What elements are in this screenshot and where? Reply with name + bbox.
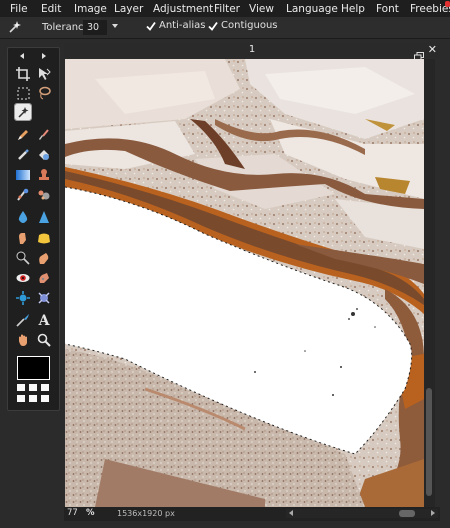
menu-file[interactable]: File	[10, 3, 28, 15]
drawing-icon[interactable]	[15, 187, 31, 203]
smudge-icon[interactable]	[15, 230, 31, 246]
menu-bar: File Edit Image Layer Adjustment Filter …	[0, 0, 450, 17]
layout-grid-icon[interactable]	[17, 384, 51, 404]
vertical-scrollbar-thumb[interactable]	[426, 388, 432, 496]
menu-layer[interactable]: Layer	[114, 3, 143, 15]
menu-adjustment[interactable]: Adjustment	[153, 3, 213, 15]
grid-cell	[17, 384, 25, 391]
grid-cell	[41, 384, 49, 391]
tolerance-input[interactable]: 30	[83, 20, 107, 35]
document-title: 1	[248, 44, 256, 55]
chevron-down-icon[interactable]	[112, 24, 118, 28]
toolbox: A	[7, 47, 60, 411]
menu-font[interactable]: Font	[376, 3, 399, 15]
menu-edit[interactable]: Edit	[41, 3, 61, 15]
toolbox-collapse-right-icon[interactable]	[42, 53, 46, 59]
gradient-icon[interactable]	[15, 167, 31, 183]
scroll-right-icon[interactable]	[431, 510, 435, 516]
restore-window-icon[interactable]	[414, 46, 424, 61]
zoom-unit: %	[86, 508, 95, 518]
brush-icon[interactable]	[36, 127, 52, 143]
horizontal-scrollbar[interactable]	[286, 509, 438, 518]
crop-icon[interactable]	[15, 66, 31, 82]
grid-cell	[41, 395, 49, 402]
checkmark-icon	[146, 21, 156, 31]
grid-cell	[29, 384, 37, 391]
pencil-icon[interactable]	[15, 127, 31, 143]
contiguous-checkbox[interactable]: Contiguous	[208, 20, 278, 31]
sponge-icon[interactable]	[36, 230, 52, 246]
menu-view[interactable]: View	[249, 3, 274, 15]
toolbox-collapse-left-icon[interactable]	[20, 53, 24, 59]
color-replace-icon[interactable]	[36, 147, 52, 163]
horizontal-scrollbar-thumb[interactable]	[399, 510, 415, 517]
image-dimensions: 1536x1920 px	[117, 509, 175, 518]
grid-cell	[17, 395, 25, 402]
menu-image[interactable]: Image	[74, 3, 107, 15]
close-icon[interactable]: ✕	[428, 44, 437, 56]
scroll-left-icon[interactable]	[289, 510, 293, 516]
status-bar: 77 % 1536x1920 px	[64, 507, 440, 521]
noise-icon[interactable]	[36, 187, 52, 203]
move-icon[interactable]	[36, 66, 52, 82]
marquee-icon[interactable]	[15, 85, 31, 101]
hand-icon[interactable]	[15, 332, 31, 348]
notification-badge	[445, 1, 450, 7]
zoom-input[interactable]: 77	[67, 508, 78, 518]
grid-cell	[29, 395, 37, 402]
type-icon[interactable]: A	[36, 312, 52, 328]
image-canvas[interactable]	[65, 59, 424, 507]
clone-stamp-icon[interactable]	[15, 147, 31, 163]
lasso-icon[interactable]	[36, 85, 52, 101]
anti-alias-checkbox[interactable]: Anti-alias	[146, 20, 206, 31]
document-tab[interactable]: 1 ✕	[64, 43, 440, 61]
color-picker-icon[interactable]	[15, 312, 31, 328]
foreground-color-swatch[interactable]	[18, 357, 49, 379]
stamp-icon[interactable]	[36, 167, 52, 183]
menu-freebies[interactable]: Freebies	[410, 3, 450, 15]
menu-language[interactable]: Language	[286, 3, 338, 15]
svg-text:A: A	[38, 313, 51, 327]
checkmark-icon	[208, 21, 218, 31]
menu-filter[interactable]: Filter	[214, 3, 240, 15]
burn-icon[interactable]	[36, 250, 52, 266]
spot-heal-icon[interactable]	[36, 270, 52, 286]
zoom-icon[interactable]	[36, 332, 52, 348]
menu-help[interactable]: Help	[341, 3, 365, 15]
contiguous-label: Contiguous	[221, 20, 278, 31]
red-eye-icon[interactable]	[15, 270, 31, 286]
options-bar: Tolerance: 30 Anti-alias Contiguous	[0, 17, 450, 39]
dodge-icon[interactable]	[15, 250, 31, 266]
bloat-icon[interactable]	[15, 290, 31, 306]
anti-alias-label: Anti-alias	[159, 20, 206, 31]
salt-flats-photo	[65, 59, 424, 507]
pinch-icon[interactable]	[36, 290, 52, 306]
blur-icon[interactable]	[15, 209, 31, 225]
magic-wand-icon[interactable]	[14, 103, 32, 121]
sharpen-icon[interactable]	[36, 209, 52, 225]
magic-wand-icon	[8, 20, 22, 34]
